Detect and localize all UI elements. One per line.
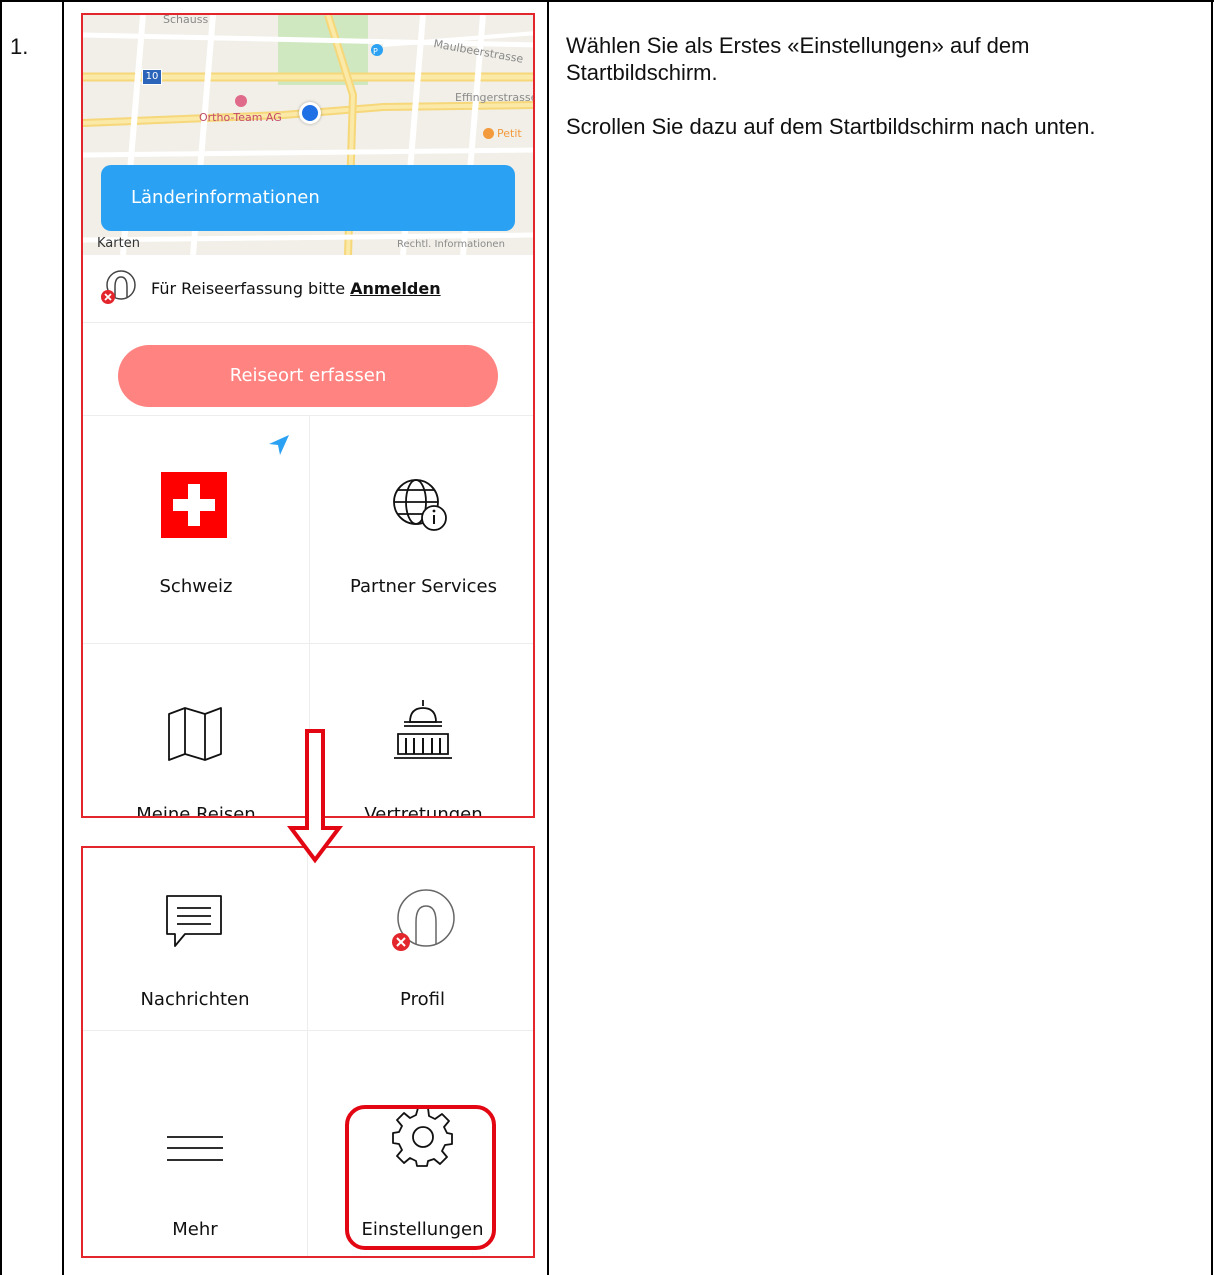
- tile-mehr[interactable]: Mehr: [83, 1031, 307, 1256]
- country-info-button[interactable]: Länderinformationen: [101, 165, 515, 231]
- profile-icon: [392, 889, 455, 951]
- map-folded-icon: [168, 707, 222, 761]
- street-label-top: Schauss: [163, 15, 209, 26]
- instruction-paragraph-1: Wählen Sie als Erstes «Einstellungen» au…: [566, 33, 1030, 85]
- route-badge: 10: [142, 69, 162, 85]
- settings-highlight: [345, 1105, 496, 1250]
- tile-label: Nachrichten: [140, 989, 250, 1010]
- table-border-top: [0, 0, 1214, 2]
- poi-pin-icon: [235, 95, 247, 107]
- profile-logged-out-icon: [101, 270, 136, 304]
- tile-partner-services[interactable]: Partner Services: [310, 416, 533, 643]
- tile-label: Partner Services: [349, 576, 498, 597]
- poi-cafe-icon: [483, 128, 494, 139]
- embassy-building-icon: [394, 700, 452, 759]
- table-border-right: [1211, 0, 1213, 1275]
- table-divider-2: [547, 0, 549, 1275]
- map-attribution: Karten: [97, 236, 140, 251]
- message-icon: [166, 895, 222, 947]
- table-border-left: [0, 0, 2, 1275]
- instructions: Wählen Sie als Erstes «Einstellungen» au…: [566, 32, 1186, 167]
- table-divider-1: [62, 0, 64, 1275]
- poi-ortho-team: Ortho-Team AG: [199, 111, 282, 124]
- login-row: Für Reiseerfassung bitte Anmelden: [83, 255, 533, 323]
- tile-label: Schweiz: [159, 576, 233, 597]
- step-number: 1.: [10, 34, 29, 59]
- screenshot-home-top: P Schauss Maulbeerstrasse Effingerstrass…: [81, 13, 535, 818]
- record-location-button[interactable]: Reiseort erfassen: [118, 345, 498, 407]
- user-location-icon: [299, 102, 321, 124]
- poi-petit: Petit: [497, 127, 522, 140]
- tile-label: Meine Reisen: [136, 804, 256, 818]
- login-prompt: Für Reiseerfassung bitte Anmelden: [151, 279, 441, 298]
- legal-link[interactable]: Rechtl. Informationen: [397, 239, 505, 250]
- tile-nachrichten[interactable]: Nachrichten: [83, 848, 307, 1030]
- scroll-down-arrow-icon: [287, 729, 343, 864]
- svg-text:P: P: [373, 47, 378, 56]
- tile-label: Mehr: [172, 1219, 218, 1240]
- globe-info-icon: [393, 479, 447, 531]
- login-prompt-text: Für Reiseerfassung bitte: [151, 279, 346, 298]
- swiss-flag-icon: [161, 472, 227, 538]
- street-label-effinger: Effingerstrasse: [455, 91, 533, 104]
- tile-meine-reisen[interactable]: Meine Reisen: [83, 644, 309, 818]
- tile-label: Profil: [400, 989, 445, 1010]
- location-arrow-icon: [269, 435, 289, 455]
- menu-icon: [167, 1136, 223, 1161]
- login-link[interactable]: Anmelden: [350, 279, 440, 298]
- instruction-paragraph-2: Scrollen Sie dazu auf dem Startbildschir…: [566, 114, 1096, 139]
